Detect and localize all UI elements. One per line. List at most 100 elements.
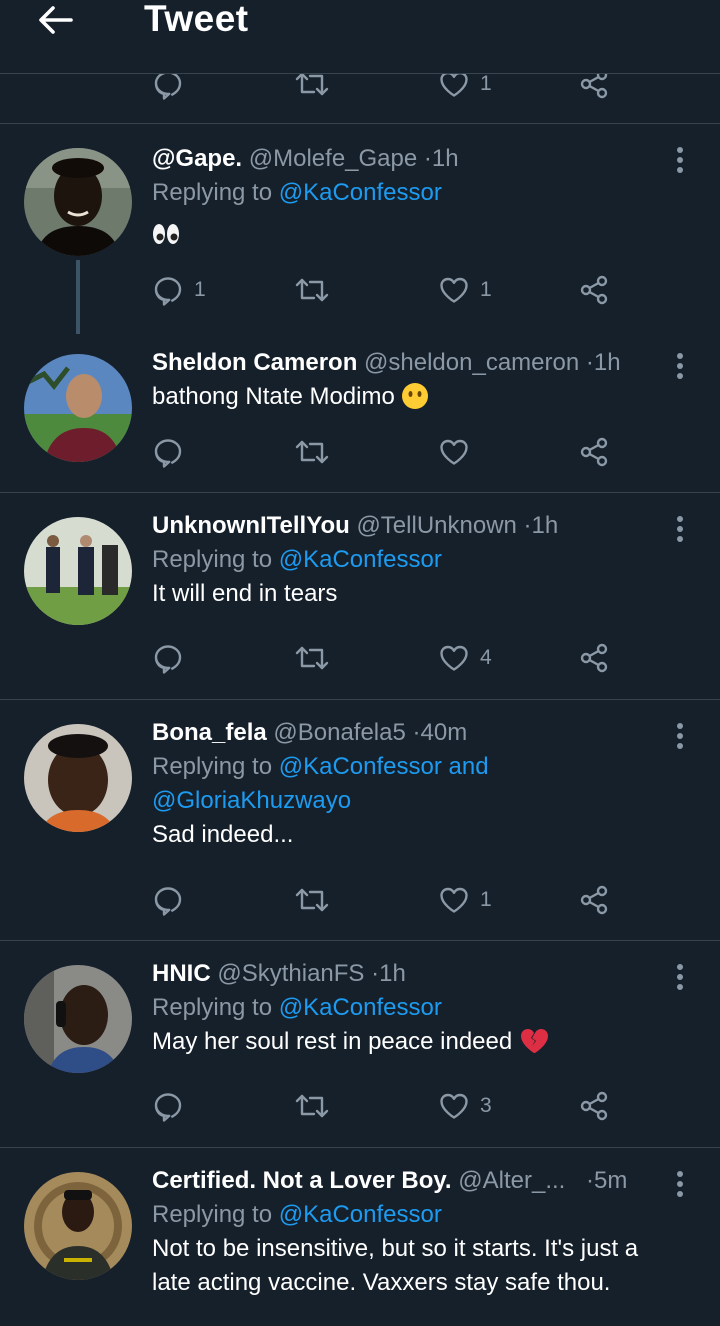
share-button[interactable] [578, 880, 610, 920]
display-name[interactable]: Sheldon Cameron [152, 349, 357, 376]
more-options-button[interactable] [668, 350, 692, 382]
like-button[interactable]: 1 [438, 880, 492, 920]
retweet-icon [294, 642, 330, 674]
tweet-item[interactable]: Certified. Not a Lover Boy. @Alter_... ·… [0, 1148, 720, 1326]
like-button[interactable]: 3 [438, 1086, 492, 1126]
retweet-button[interactable] [294, 1086, 330, 1126]
reply-button[interactable]: 1 [152, 270, 206, 310]
display-name[interactable]: Bona_fela [152, 719, 267, 746]
retweet-icon [294, 74, 330, 100]
back-button[interactable] [36, 2, 76, 38]
timestamp[interactable]: 1h [532, 512, 559, 539]
like-button[interactable]: 1 [438, 270, 492, 310]
retweet-button[interactable] [294, 432, 330, 472]
separator-dot: · [586, 1167, 595, 1194]
mention-link[interactable]: @KaConfessor [279, 179, 442, 206]
more-options-button[interactable] [668, 720, 692, 752]
display-name[interactable]: Certified. Not a Lover Boy. [152, 1167, 452, 1194]
mention-link[interactable]: @KaConfessor [279, 994, 442, 1021]
tweet-body: May her soul rest in peace indeed [152, 1028, 513, 1055]
heart-icon [438, 74, 470, 100]
like-count: 3 [480, 1094, 492, 1117]
tweet-header: Bona_fela @Bonafela5 ·40m [152, 716, 660, 750]
tweet-text: Sad indeed... [152, 821, 294, 848]
avatar[interactable] [24, 148, 132, 256]
heart-icon [438, 274, 470, 306]
share-button[interactable] [578, 1086, 610, 1126]
comment-icon [152, 1090, 184, 1122]
user-handle[interactable]: @Alter_... [458, 1167, 565, 1194]
retweet-icon [294, 436, 330, 468]
replying-prefix: Replying to [152, 753, 273, 780]
share-button[interactable] [578, 270, 610, 310]
timestamp[interactable]: 40m [421, 719, 468, 746]
share-button[interactable] [578, 638, 610, 678]
share-icon [578, 274, 610, 306]
retweet-button[interactable] [294, 638, 330, 678]
separator-dot: · [371, 960, 380, 987]
like-button[interactable]: 4 [438, 638, 492, 678]
tweet-header: HNIC @SkythianFS ·1h [152, 957, 660, 991]
more-options-button[interactable] [668, 513, 692, 545]
tweet-actions: 1 [152, 74, 622, 104]
like-count: 1 [480, 74, 492, 95]
separator-dot: · [423, 145, 432, 172]
share-icon [578, 1090, 610, 1122]
tweet-header: Sheldon Cameron @sheldon_cameron ·1h [152, 346, 660, 380]
mention-link[interactable]: @GloriaKhuzwayo [152, 787, 351, 814]
avatar[interactable] [24, 1172, 132, 1280]
more-options-button[interactable] [668, 961, 692, 993]
user-handle[interactable]: @TellUnknown [356, 512, 516, 539]
reply-button[interactable] [152, 1086, 184, 1126]
retweet-button[interactable] [294, 880, 330, 920]
retweet-button[interactable] [294, 270, 330, 310]
user-handle[interactable]: @sheldon_cameron [364, 349, 579, 376]
share-button[interactable] [578, 432, 610, 472]
tweet-item[interactable]: Bona_fela @Bonafela5 ·40m Replying to @K… [0, 700, 720, 941]
tweet-item[interactable]: HNIC @SkythianFS ·1h Replying to @KaConf… [0, 941, 720, 1148]
replying-to: Replying to @KaConfessor [152, 991, 660, 1025]
avatar[interactable] [24, 354, 132, 462]
tweet-header: UnknownITellYou @TellUnknown ·1h [152, 509, 660, 543]
share-icon [578, 436, 610, 468]
separator-dot: · [585, 349, 594, 376]
reply-button[interactable] [152, 432, 184, 472]
timestamp[interactable]: 1h [594, 349, 621, 376]
timestamp[interactable]: 5m [594, 1167, 627, 1194]
more-options-button[interactable] [668, 1168, 692, 1200]
mention-link[interactable]: @KaConfessor [279, 546, 442, 573]
replying-prefix: Replying to [152, 1201, 273, 1228]
reply-button[interactable] [152, 880, 184, 920]
top-bar: Tweet [0, 0, 720, 74]
mention-link[interactable]: @KaConfessor and [279, 753, 489, 780]
like-button[interactable]: 1 [438, 74, 492, 104]
separator-dot: · [412, 719, 421, 746]
display-name[interactable]: UnknownITellYou [152, 512, 350, 539]
avatar[interactable] [24, 517, 132, 625]
avatar[interactable] [24, 965, 132, 1073]
display-name[interactable]: @Gape. [152, 145, 242, 172]
heart-icon [438, 642, 470, 674]
user-handle[interactable]: @Bonafela5 [273, 719, 405, 746]
more-options-button[interactable] [668, 144, 692, 176]
like-button[interactable] [438, 432, 470, 472]
timestamp[interactable]: 1h [379, 960, 406, 987]
tweet-item[interactable]: Sheldon Cameron @sheldon_cameron ·1h bat… [0, 334, 720, 493]
reply-button[interactable] [152, 74, 184, 104]
retweet-button[interactable] [294, 74, 330, 104]
user-handle[interactable]: @SkythianFS [217, 960, 364, 987]
user-handle[interactable]: @Molefe_Gape [249, 145, 417, 172]
reply-button[interactable] [152, 638, 184, 678]
mention-link[interactable]: @KaConfessor [279, 1201, 442, 1228]
display-name[interactable]: HNIC [152, 960, 211, 987]
comment-icon [152, 274, 184, 306]
retweet-icon [294, 884, 330, 916]
timestamp[interactable]: 1h [432, 145, 459, 172]
avatar[interactable] [24, 724, 132, 832]
share-icon [578, 74, 610, 100]
comment-icon [152, 884, 184, 916]
tweet-text: It will end in tears [152, 580, 338, 607]
share-button[interactable] [578, 74, 610, 104]
tweet-item[interactable]: @Gape. @Molefe_Gape ·1h Replying to @KaC… [0, 124, 720, 334]
tweet-item[interactable]: UnknownITellYou @TellUnknown ·1h Replyin… [0, 493, 720, 700]
